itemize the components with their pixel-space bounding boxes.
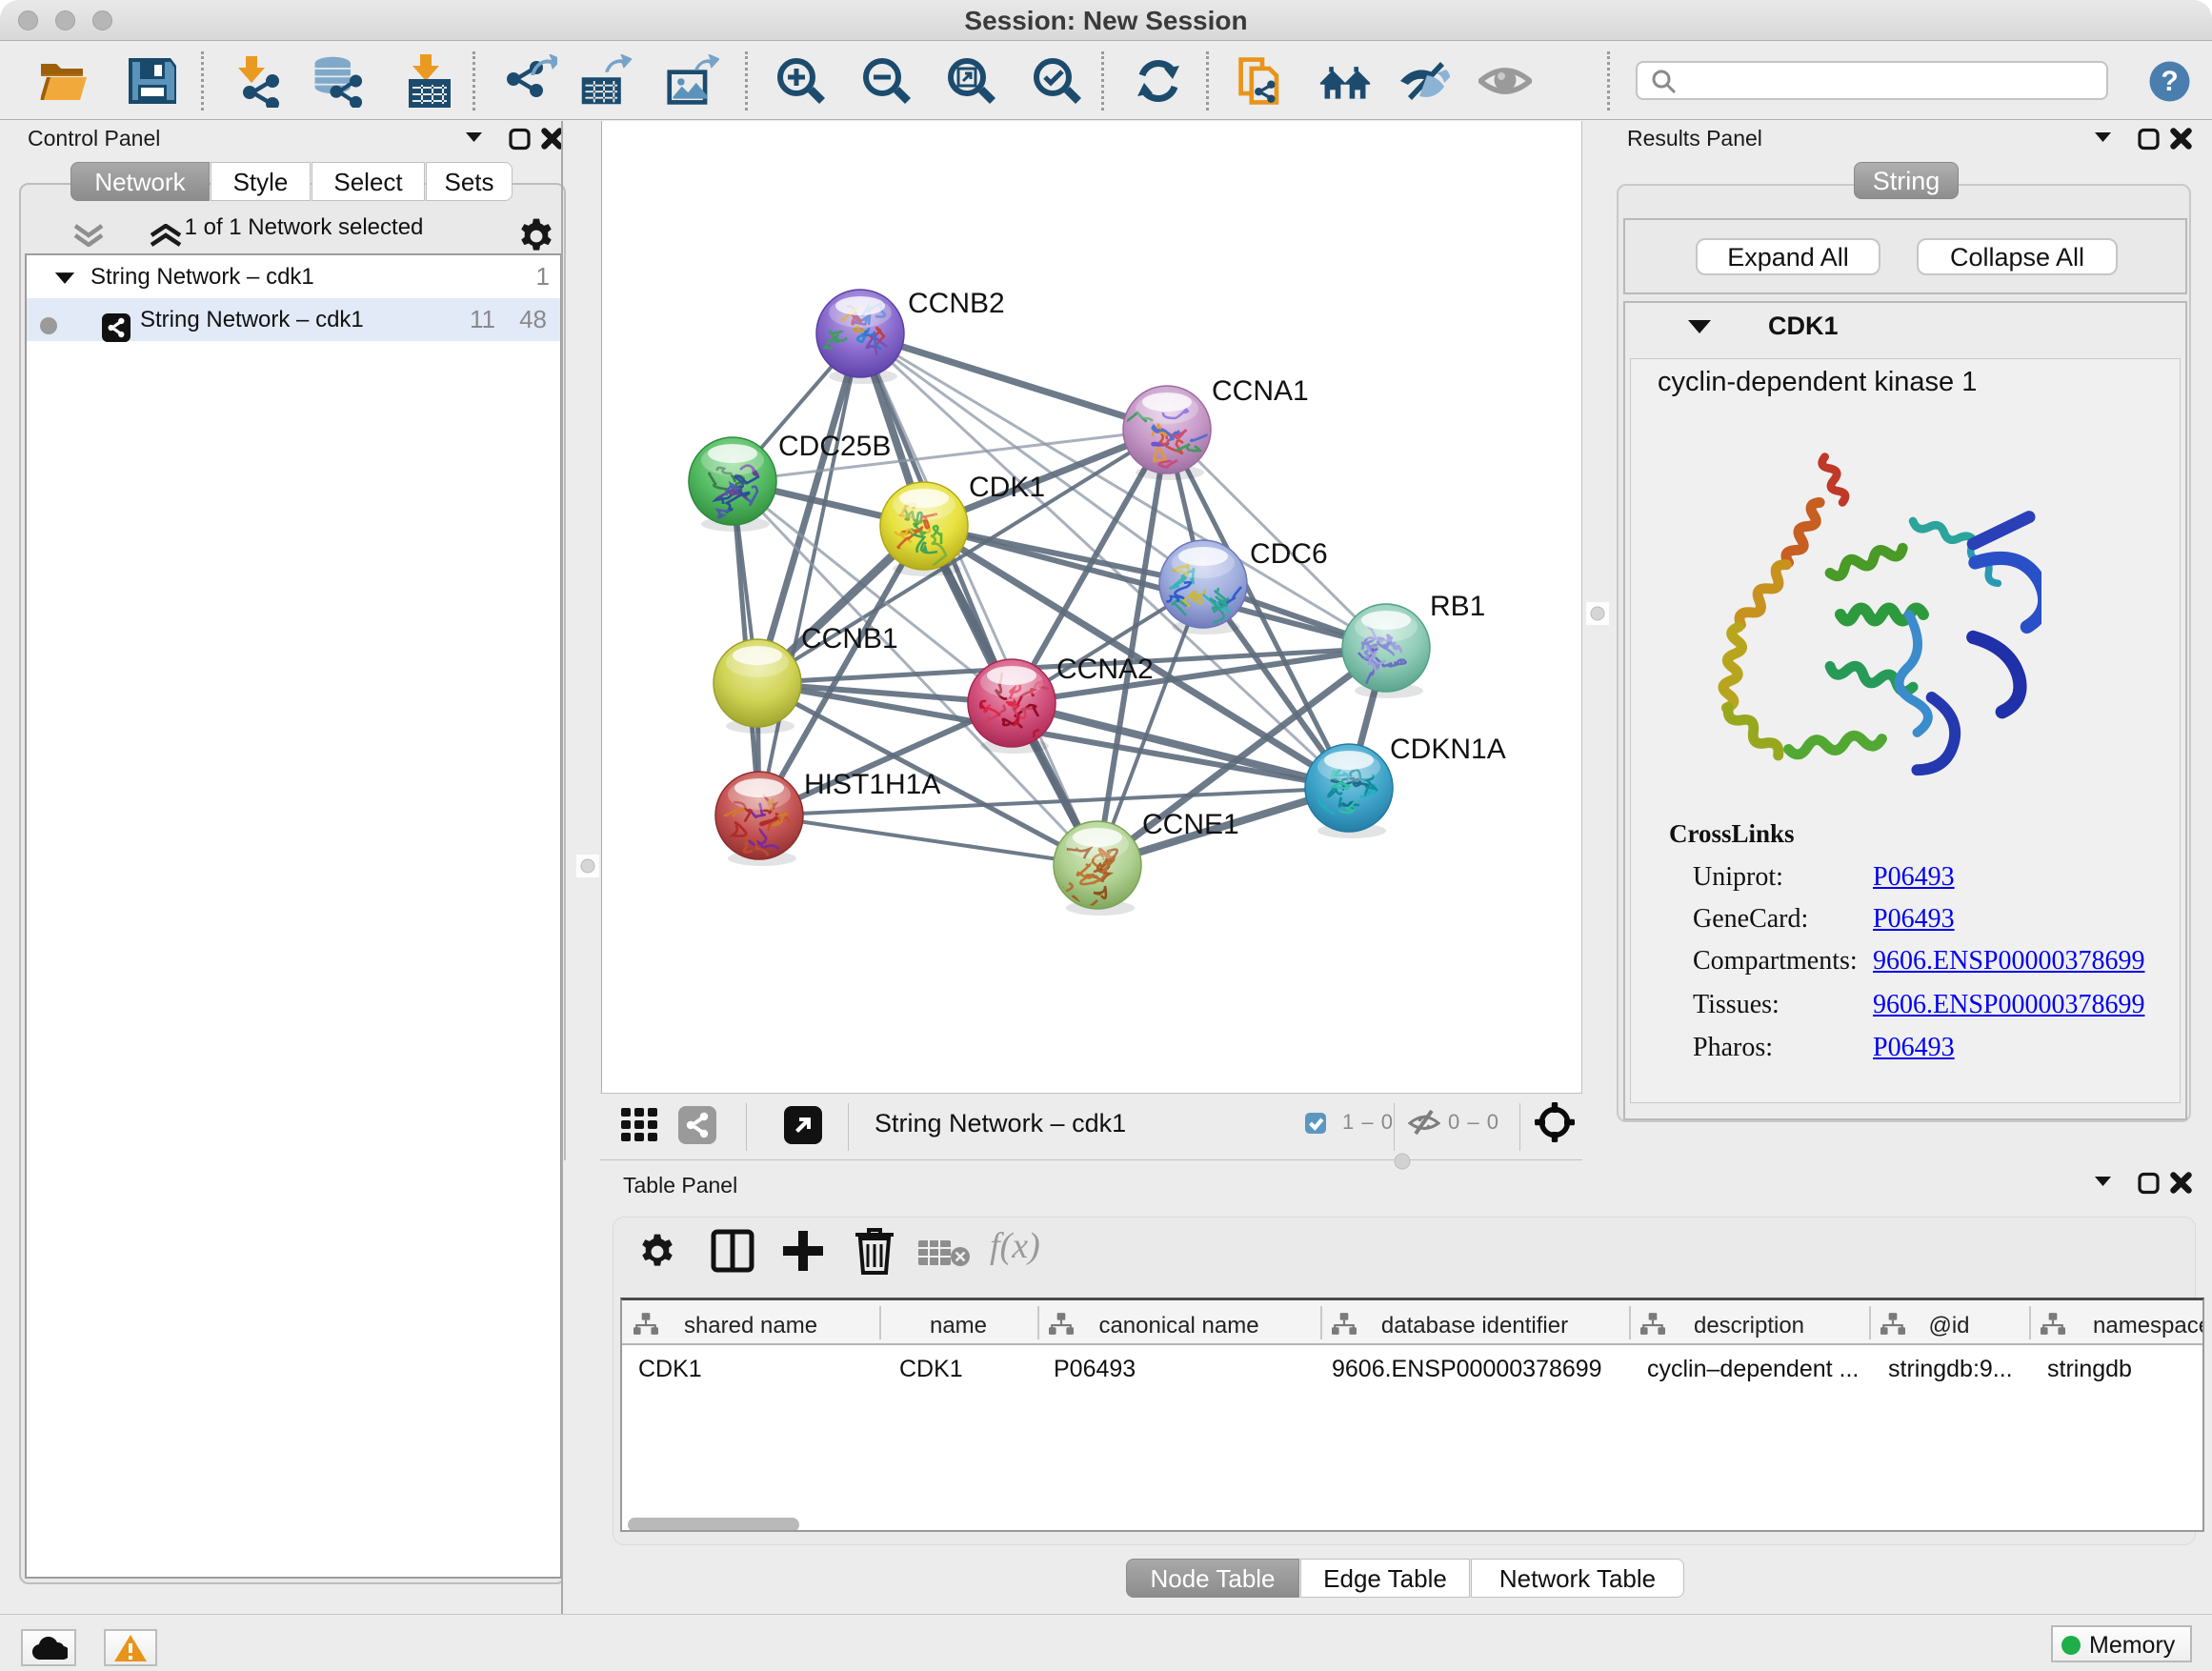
svg-text:CCNB2: CCNB2 [908, 288, 1005, 319]
svg-text:CCNB1: CCNB1 [801, 623, 898, 654]
svg-text:?: ? [2161, 66, 2178, 97]
svg-text:CDC6: CDC6 [1250, 538, 1328, 570]
svg-text:CCNA2: CCNA2 [1056, 654, 1154, 685]
svg-text:HIST1H1A: HIST1H1A [804, 769, 940, 800]
svg-text:CCNA1: CCNA1 [1212, 375, 1309, 407]
svg-text:CDK1: CDK1 [969, 472, 1045, 503]
svg-text:CCNE1: CCNE1 [1142, 809, 1239, 840]
svg-text:CDKN1A: CDKN1A [1390, 734, 1506, 765]
svg-text:CDC25B: CDC25B [778, 431, 891, 462]
svg-text:RB1: RB1 [1430, 591, 1485, 622]
